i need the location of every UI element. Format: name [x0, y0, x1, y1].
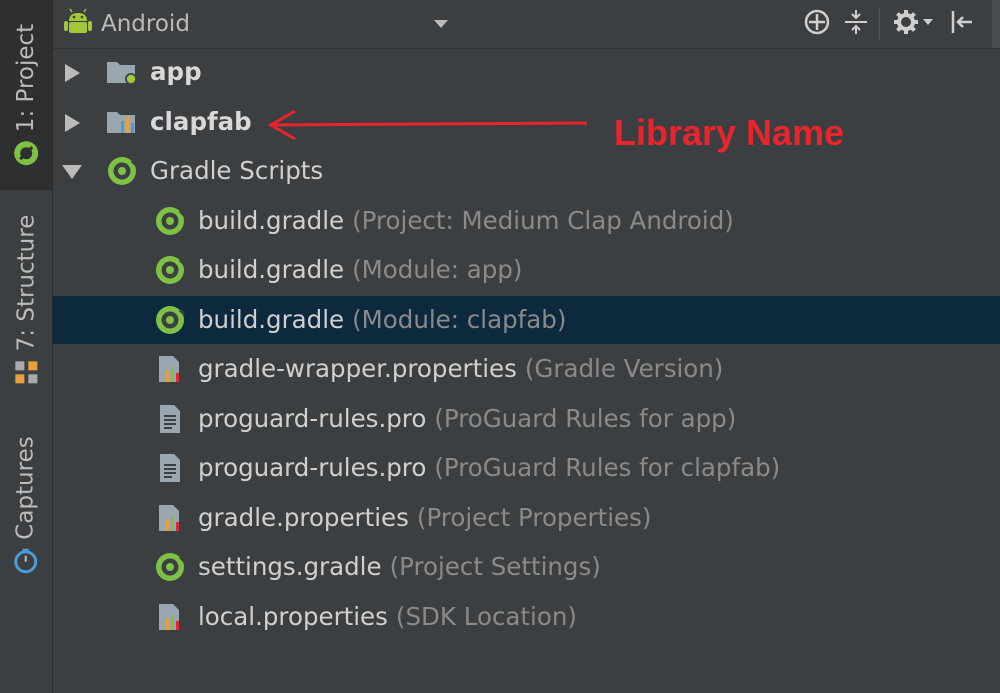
tree-node[interactable]: Gradle Scripts — [53, 147, 1000, 195]
tree-node-name: proguard-rules.pro — [198, 453, 427, 482]
tab-captures[interactable]: Captures — [0, 420, 52, 590]
tree-node-text: proguard-rules.pro (ProGuard Rules for cl… — [198, 450, 780, 486]
tree-node-text: build.gradle (Project: Medium Clap Androi… — [198, 203, 734, 239]
project-toolbar: Android — [53, 0, 1000, 49]
tree-node-name: Gradle Scripts — [150, 156, 324, 185]
tab-captures-label: Captures — [13, 436, 39, 540]
tree-node[interactable]: gradle.properties (Project Properties) — [53, 494, 1000, 542]
properties-icon — [153, 502, 187, 534]
tree-node-text: proguard-rules.pro (ProGuard Rules for ap… — [198, 401, 736, 437]
annotation-label: Library Name — [614, 112, 845, 153]
tree-node-text: build.gradle (Module: clapfab) — [198, 302, 566, 338]
toolbar-separator — [879, 8, 880, 40]
tree-node-name: build.gradle — [198, 205, 345, 235]
tree-node[interactable]: gradle-wrapper.properties (Gradle Version… — [53, 345, 1000, 393]
tree-node[interactable]: build.gradle (Module: clapfab) — [53, 295, 1000, 344]
tree-node-name: build.gradle — [198, 255, 345, 284]
tree-node-hint: (Gradle Version) — [524, 354, 724, 383]
tree-node-name: local.properties — [198, 601, 388, 631]
tree-node[interactable]: local.properties (SDK Location) — [53, 593, 1000, 641]
tree-node-hint: (ProGuard Rules for app) — [434, 403, 737, 433]
tree-node-hint: (Project Properties) — [416, 502, 652, 532]
tree-node[interactable]: settings.gradle (Project Settings) — [53, 543, 1000, 591]
tab-structure[interactable]: 7: Structure — [0, 205, 52, 395]
android-icon — [13, 140, 39, 166]
gradle-icon — [153, 205, 187, 237]
tree-node-text: build.gradle (Module: app) — [198, 252, 522, 288]
gradle-icon — [105, 155, 139, 187]
tree-node-name: app — [150, 57, 202, 86]
module-folder-icon — [105, 56, 139, 88]
collapse-all-button[interactable] — [839, 7, 873, 41]
tree-node[interactable]: build.gradle (Project: Medium Clap Androi… — [53, 197, 1000, 245]
tree-node-name: build.gradle — [198, 304, 345, 334]
tree-node-hint: (SDK Location) — [395, 601, 577, 631]
gear-icon — [892, 8, 936, 40]
properties-icon — [153, 601, 187, 633]
text-file-icon — [153, 452, 187, 484]
scroll-from-source-button[interactable] — [800, 7, 834, 41]
tree-node-hint: (Project Settings) — [389, 552, 601, 581]
tree-node-name: settings.gradle — [198, 552, 382, 581]
tree-node-text: gradle.properties (Project Properties) — [198, 500, 651, 536]
captures-icon — [13, 548, 39, 574]
tree-node-hint: (Project: Medium Clap Android) — [352, 205, 734, 235]
hide-button[interactable] — [945, 7, 979, 41]
tree-node-text: local.properties (SDK Location) — [198, 599, 577, 635]
properties-icon — [153, 353, 187, 385]
hide-icon — [948, 8, 976, 40]
tree-node[interactable]: proguard-rules.pro (ProGuard Rules for ap… — [53, 395, 1000, 443]
text-file-icon — [153, 403, 187, 435]
tree-node-name: clapfab — [150, 106, 252, 136]
view-selector[interactable]: Android — [63, 6, 190, 42]
tree-node-text: app — [150, 54, 202, 90]
tree-node[interactable]: proguard-rules.pro (ProGuard Rules for cl… — [53, 444, 1000, 492]
editor-edge — [992, 0, 1000, 48]
tab-project-label: 1: Project — [13, 23, 40, 133]
structure-icon — [13, 359, 39, 385]
annotation-arrow — [268, 109, 588, 141]
tree-node-text: gradle-wrapper.properties (Gradle Version… — [198, 351, 723, 387]
tree-node-name: gradle.properties — [198, 502, 409, 532]
collapse-icon — [842, 8, 870, 40]
collapse-arrow-icon[interactable] — [61, 112, 83, 134]
tree-node-name: gradle-wrapper.properties — [198, 354, 517, 383]
tree-node-hint: (ProGuard Rules for clapfab) — [434, 453, 781, 482]
tree-node[interactable]: app — [53, 48, 1000, 96]
tab-structure-label: 7: Structure — [13, 214, 39, 352]
crosshair-icon — [803, 8, 831, 40]
gradle-icon — [153, 254, 187, 286]
gradle-icon — [153, 551, 187, 583]
view-dropdown-arrow[interactable] — [431, 14, 451, 34]
tree-node-name: proguard-rules.pro — [198, 403, 427, 433]
view-selector-label: Android — [101, 11, 190, 37]
tree-node-hint: (Module: app) — [352, 255, 523, 284]
tree-node-hint: (Module: clapfab) — [352, 304, 567, 334]
collapse-arrow-icon[interactable] — [61, 62, 83, 84]
tree-node-text: Gradle Scripts — [150, 153, 323, 189]
expand-arrow-icon[interactable] — [61, 161, 83, 183]
android-icon — [63, 7, 93, 41]
tab-project[interactable]: 1: Project — [0, 0, 52, 190]
tool-window-strip: 1: Project 7: Structure Captures — [0, 0, 53, 693]
tree-node[interactable]: build.gradle (Module: app) — [53, 246, 1000, 294]
settings-button[interactable] — [889, 7, 939, 41]
tree-node-text: clapfab — [150, 104, 252, 140]
gradle-icon — [153, 304, 187, 336]
library-module-icon — [105, 106, 139, 138]
tree-node-text: settings.gradle (Project Settings) — [198, 549, 601, 585]
